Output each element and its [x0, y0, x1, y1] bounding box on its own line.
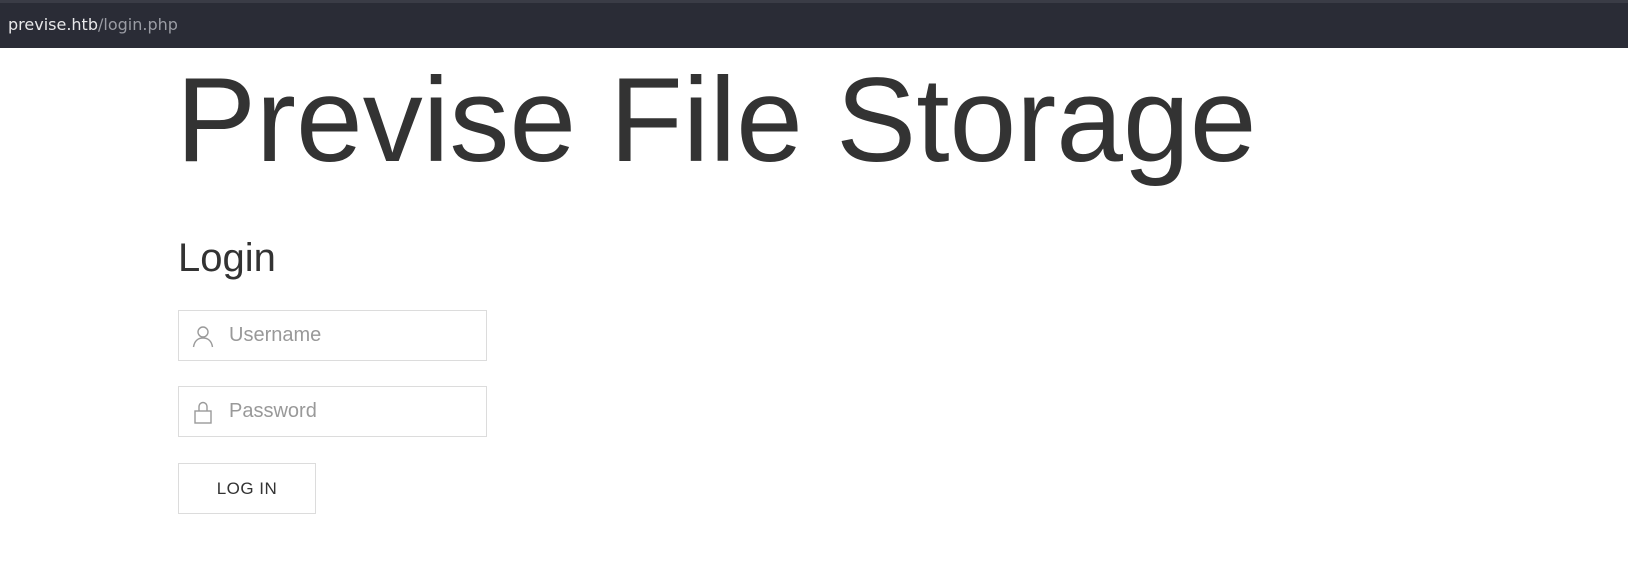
url-path: /login.php [97, 15, 178, 34]
login-button[interactable]: LOG IN [178, 463, 316, 514]
url-host: previse.htb [8, 15, 98, 34]
password-input[interactable] [229, 387, 479, 436]
login-heading: Login [178, 236, 276, 280]
url-text[interactable]: previse.htb/login.php [8, 15, 178, 35]
browser-url-bar[interactable]: previse.htb/login.php [0, 0, 1628, 48]
user-icon [191, 324, 215, 348]
page-title: Previse File Storage [176, 53, 1257, 187]
username-field[interactable] [178, 310, 487, 361]
lock-icon [191, 400, 215, 424]
username-input[interactable] [229, 311, 479, 360]
password-field[interactable] [178, 386, 487, 437]
